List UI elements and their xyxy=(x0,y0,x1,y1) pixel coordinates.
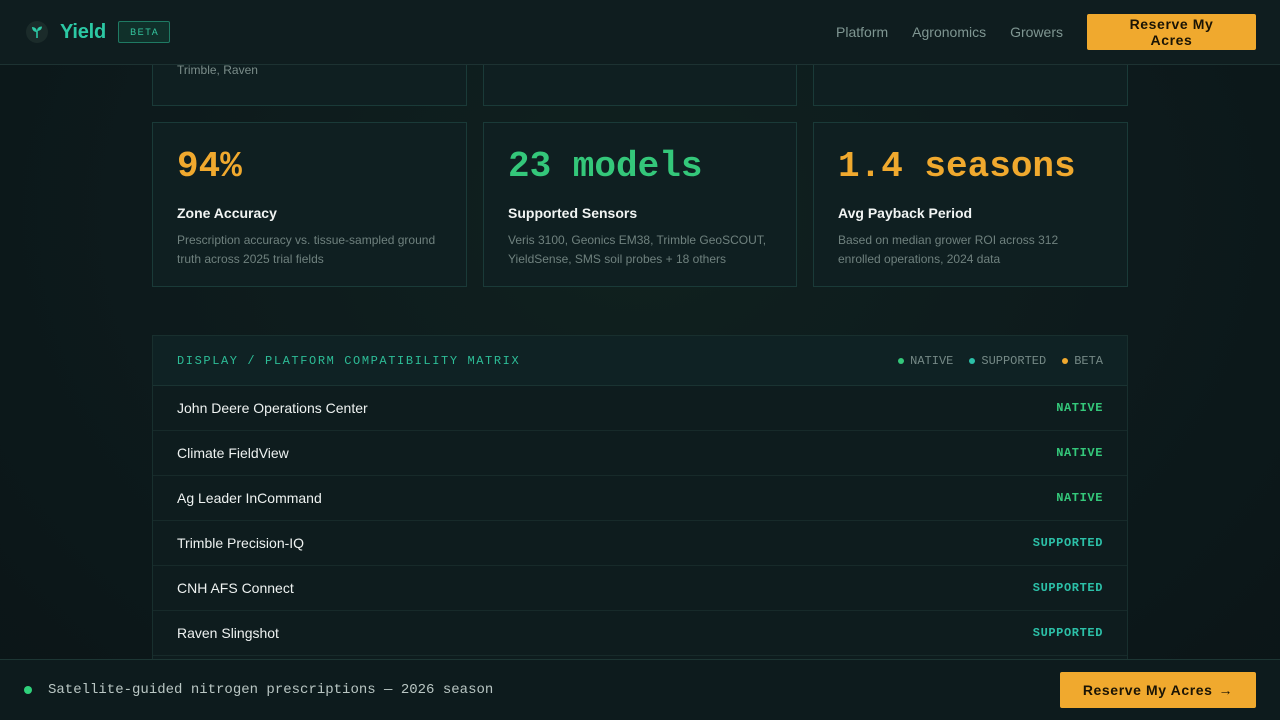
native-dot-icon xyxy=(898,357,905,364)
sprout-icon[interactable] xyxy=(26,21,48,43)
nav-link-platform[interactable]: Platform xyxy=(836,24,888,40)
nav-link-growers[interactable]: Growers xyxy=(1010,24,1063,40)
matrix-title: DISPLAY / PLATFORM COMPATIBILITY MATRIX xyxy=(177,353,521,368)
status-badge: NATIVE xyxy=(1056,491,1103,505)
legend-item-supported: SUPPORTED xyxy=(969,354,1046,368)
stat-label: Avg Payback Period xyxy=(838,205,973,221)
status-badge: SUPPORTED xyxy=(1032,581,1103,595)
matrix-row: Trimble Precision-IQ SUPPORTED xyxy=(153,521,1127,566)
matrix-row: CNH AFS Connect SUPPORTED xyxy=(153,566,1127,611)
matrix-header: DISPLAY / PLATFORM COMPATIBILITY MATRIX … xyxy=(153,336,1127,386)
legend-item-native: NATIVE xyxy=(898,354,953,368)
reserve-acres-sticky-button[interactable]: Reserve My Acres → xyxy=(1060,672,1256,708)
arrow-right-icon: → xyxy=(1218,682,1234,698)
sticky-tagline: Satellite-guided nitrogen prescriptions … xyxy=(48,682,494,698)
matrix-row: John Deere Operations Center NATIVE xyxy=(153,386,1127,431)
stat-description: Prescription accuracy vs. tissue-sampled… xyxy=(177,233,436,266)
platform-name: Ag Leader InCommand xyxy=(177,490,322,506)
stat-card-payback-period: 1.4 seasons Avg Payback Period Based on … xyxy=(813,122,1128,287)
reserve-acres-button[interactable]: Reserve My Acres xyxy=(1087,14,1256,50)
stat-label: Supported Sensors xyxy=(508,205,638,221)
status-badge: SUPPORTED xyxy=(1032,626,1103,640)
beta-dot-icon xyxy=(1062,357,1069,364)
stat-value: 1.4 seasons xyxy=(838,146,1076,187)
matrix-row: Climate FieldView NATIVE xyxy=(153,431,1127,476)
compatibility-matrix: DISPLAY / PLATFORM COMPATIBILITY MATRIX … xyxy=(152,335,1128,675)
stat-description: Veris 3100, Geonics EM38, Trimble GeoSCO… xyxy=(508,233,767,266)
status-badge: NATIVE xyxy=(1056,446,1103,460)
partial-card-text: Trimble, Raven xyxy=(177,63,258,77)
platform-name: Raven Slingshot xyxy=(177,625,279,641)
nav-link-agronomics[interactable]: Agronomics xyxy=(912,24,986,40)
platform-name: Climate FieldView xyxy=(177,445,289,461)
matrix-row: Ag Leader InCommand NATIVE xyxy=(153,476,1127,521)
status-badge: SUPPORTED xyxy=(1032,536,1103,550)
matrix-row: Raven Slingshot SUPPORTED xyxy=(153,611,1127,656)
supported-dot-icon xyxy=(969,357,976,364)
button-label: Reserve My Acres xyxy=(1082,682,1213,698)
stat-label: Zone Accuracy xyxy=(177,205,277,221)
beta-badge: BETA xyxy=(118,21,171,43)
stat-card-supported-sensors: 23 models Supported Sensors Veris 3100, … xyxy=(483,122,797,287)
status-badge: NATIVE xyxy=(1056,401,1103,415)
platform-name: CNH AFS Connect xyxy=(177,580,294,596)
legend-label: BETA xyxy=(1074,353,1103,368)
live-status-dot-icon xyxy=(24,686,32,694)
platform-name: Trimble Precision-IQ xyxy=(177,535,305,551)
top-nav: Yield BETA Platform Agronomics Growers R… xyxy=(0,0,1280,65)
stat-value: 23 models xyxy=(508,146,703,187)
nav-links: Platform Agronomics Growers xyxy=(836,24,1063,40)
platform-name: John Deere Operations Center xyxy=(177,400,368,416)
matrix-legend: NATIVE SUPPORTED BETA xyxy=(882,354,1103,368)
brand-name[interactable]: Yield xyxy=(60,21,106,44)
legend-label: NATIVE xyxy=(910,353,954,368)
legend-item-beta: BETA xyxy=(1062,354,1103,368)
sticky-cta-bar: Satellite-guided nitrogen prescriptions … xyxy=(0,659,1280,720)
stat-card-zone-accuracy: 94% Zone Accuracy Prescription accuracy … xyxy=(152,122,467,287)
legend-label: SUPPORTED xyxy=(981,353,1047,368)
stat-value: 94% xyxy=(177,146,242,187)
stat-description: Based on median grower ROI across 312 en… xyxy=(838,233,1059,266)
